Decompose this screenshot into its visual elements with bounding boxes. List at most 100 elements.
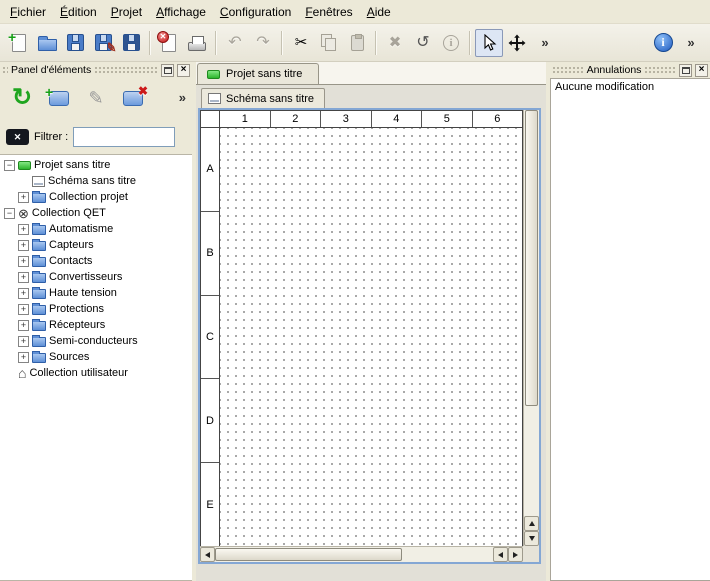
copy-button[interactable] <box>315 29 343 57</box>
undo-panel-titlebar[interactable]: Annulations × <box>550 62 710 78</box>
edit-element-button[interactable]: ✎ <box>80 82 112 114</box>
vertical-scrollbar[interactable] <box>523 110 539 546</box>
plus-badge-icon: + <box>45 85 53 99</box>
dock-close-button[interactable]: × <box>695 64 708 77</box>
tree-item-sources[interactable]: + Sources <box>0 349 192 365</box>
undo-button[interactable]: ↶ <box>221 29 249 57</box>
schema-subwindow: Schéma sans titre 1 2 3 4 5 <box>198 87 541 564</box>
tree-item-haute-tension[interactable]: + Haute tension <box>0 285 192 301</box>
expand-toggle[interactable]: + <box>18 288 29 299</box>
dock-close-button[interactable]: × <box>177 64 190 77</box>
toolbar-separator <box>375 31 377 55</box>
row-label: A <box>201 128 219 212</box>
info-button[interactable]: i <box>437 29 465 57</box>
delete-element-button[interactable]: ✖ <box>117 82 149 114</box>
elements-panel-titlebar[interactable]: Panel d'éléments × <box>0 62 192 78</box>
elements-panel-dock: Panel d'éléments × ↻ + ✎ ✖ <box>0 62 192 581</box>
scroll-left-button-2[interactable] <box>493 547 508 562</box>
menu-fichier[interactable]: Fichier <box>3 1 53 23</box>
tab-schema-sans-titre[interactable]: Schéma sans titre <box>201 88 325 108</box>
save-all-button[interactable] <box>117 29 145 57</box>
dock-title-texture <box>644 66 676 74</box>
paste-button[interactable] <box>343 29 371 57</box>
close-file-icon: ✕ <box>162 34 176 52</box>
tree-item-schema-sans-titre[interactable]: Schéma sans titre <box>0 173 192 189</box>
tree-item-automatisme[interactable]: + Automatisme <box>0 221 192 237</box>
collapse-toggle[interactable]: − <box>4 208 15 219</box>
expand-toggle[interactable]: + <box>18 320 29 331</box>
close-icon: × <box>699 65 705 75</box>
tree-item-protections[interactable]: + Protections <box>0 301 192 317</box>
cut-icon: ✂ <box>295 35 308 50</box>
save-button[interactable] <box>61 29 89 57</box>
cut-button[interactable]: ✂ <box>287 29 315 57</box>
toolbar-overflow-button[interactable]: » <box>531 29 559 57</box>
edit-pencil-icon: ✎ <box>88 88 103 109</box>
schema-tabbar: Schéma sans titre <box>198 87 541 108</box>
menu-fenetres[interactable]: Fenêtres <box>298 1 359 23</box>
tree-item-label: Convertisseurs <box>49 271 122 283</box>
tree-item-semi-conducteurs[interactable]: + Semi-conducteurs <box>0 333 192 349</box>
expand-toggle[interactable]: + <box>18 272 29 283</box>
redo-button[interactable]: ↷ <box>249 29 277 57</box>
tree-item-collection-projet[interactable]: + Collection projet <box>0 189 192 205</box>
expand-toggle[interactable]: + <box>18 240 29 251</box>
help-info-button[interactable]: i <box>649 29 677 57</box>
delete-button[interactable]: ✖ <box>381 29 409 57</box>
tree-item-collection-qet[interactable]: − ⊗ Collection QET <box>0 205 192 221</box>
menu-edition[interactable]: Édition <box>53 1 104 23</box>
reload-collections-button[interactable]: ↻ <box>6 82 38 114</box>
expand-toggle[interactable]: + <box>18 192 29 203</box>
tree-item-recepteurs[interactable]: + Récepteurs <box>0 317 192 333</box>
vertical-scroll-thumb[interactable] <box>525 110 538 406</box>
tree-item-projet-sans-titre[interactable]: − Projet sans titre <box>0 157 192 173</box>
horizontal-scrollbar[interactable] <box>200 546 523 562</box>
info-icon: i <box>443 35 459 51</box>
filter-input[interactable] <box>73 127 175 147</box>
expand-toggle[interactable]: + <box>18 352 29 363</box>
scroll-up-button[interactable] <box>524 516 539 531</box>
arrow-right-icon <box>513 552 518 558</box>
tree-item-convertisseurs[interactable]: + Convertisseurs <box>0 269 192 285</box>
tree-item-collection-utilisateur[interactable]: ⌂ Collection utilisateur <box>0 365 192 381</box>
horizontal-scroll-track[interactable] <box>402 547 493 562</box>
toolbar-extension-button[interactable]: » <box>677 29 705 57</box>
expand-toggle[interactable]: + <box>18 224 29 235</box>
save-as-button[interactable]: ✎ <box>89 29 117 57</box>
expand-toggle[interactable]: + <box>18 256 29 267</box>
move-tool-button[interactable] <box>503 29 531 57</box>
horizontal-scroll-thumb[interactable] <box>215 548 402 561</box>
rotate-button[interactable]: ↺ <box>409 29 437 57</box>
new-file-button[interactable]: + <box>5 29 33 57</box>
menu-configuration[interactable]: Configuration <box>213 1 298 23</box>
scroll-left-button[interactable] <box>200 547 215 562</box>
new-element-button[interactable]: + <box>43 82 75 114</box>
expand-toggle[interactable]: + <box>18 304 29 315</box>
tab-projet-sans-titre[interactable]: Projet sans titre <box>197 63 319 84</box>
dock-float-button[interactable] <box>161 64 174 77</box>
clear-filter-button[interactable]: ✕ <box>6 129 29 145</box>
menu-projet[interactable]: Projet <box>104 1 149 23</box>
tree-item-contacts[interactable]: + Contacts <box>0 253 192 269</box>
schema-canvas[interactable] <box>220 128 522 546</box>
vertical-scroll-track[interactable] <box>524 406 539 516</box>
new-file-icon: + <box>12 34 26 52</box>
dock-float-button[interactable] <box>679 64 692 77</box>
undo-icon: ↶ <box>228 35 241 51</box>
print-button[interactable] <box>183 29 211 57</box>
pointer-tool-button[interactable] <box>475 29 503 57</box>
expand-toggle[interactable]: + <box>18 336 29 347</box>
scroll-down-button[interactable] <box>524 531 539 546</box>
clear-filter-icon: ✕ <box>14 132 22 143</box>
menu-affichage[interactable]: Affichage <box>149 1 213 23</box>
scroll-right-button[interactable] <box>508 547 523 562</box>
red-x-badge-icon: ✖ <box>138 85 148 97</box>
collapse-toggle[interactable]: − <box>4 160 15 171</box>
open-button[interactable] <box>33 29 61 57</box>
column-label: 1 <box>220 111 271 127</box>
tree-item-capteurs[interactable]: + Capteurs <box>0 237 192 253</box>
dock-title-texture <box>94 66 158 74</box>
close-file-button[interactable]: ✕ <box>155 29 183 57</box>
menu-aide[interactable]: Aide <box>360 1 398 23</box>
panel-overflow-button[interactable]: » <box>179 91 186 105</box>
